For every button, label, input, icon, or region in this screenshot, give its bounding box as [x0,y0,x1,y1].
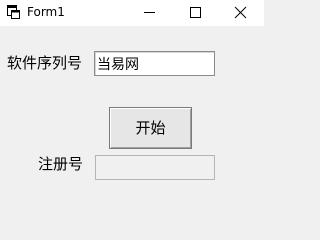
minimize-button[interactable] [127,0,173,26]
app-icon [7,5,20,19]
registration-number-label: 注册号 [38,155,84,173]
close-icon [234,6,247,19]
window-title: Form1 [27,5,65,19]
minimize-icon [144,12,155,13]
start-button[interactable]: 开始 [109,107,192,149]
title-bar[interactable]: Form1 [0,0,264,26]
maximize-icon [190,7,201,18]
maximize-button[interactable] [173,0,219,26]
form1-window: Form1 软件序列号 开始 注册号 [0,0,264,200]
close-button[interactable] [218,0,264,26]
serial-number-label: 软件序列号 [7,54,83,72]
registration-number-field[interactable] [95,155,215,180]
serial-number-input[interactable] [94,51,215,76]
